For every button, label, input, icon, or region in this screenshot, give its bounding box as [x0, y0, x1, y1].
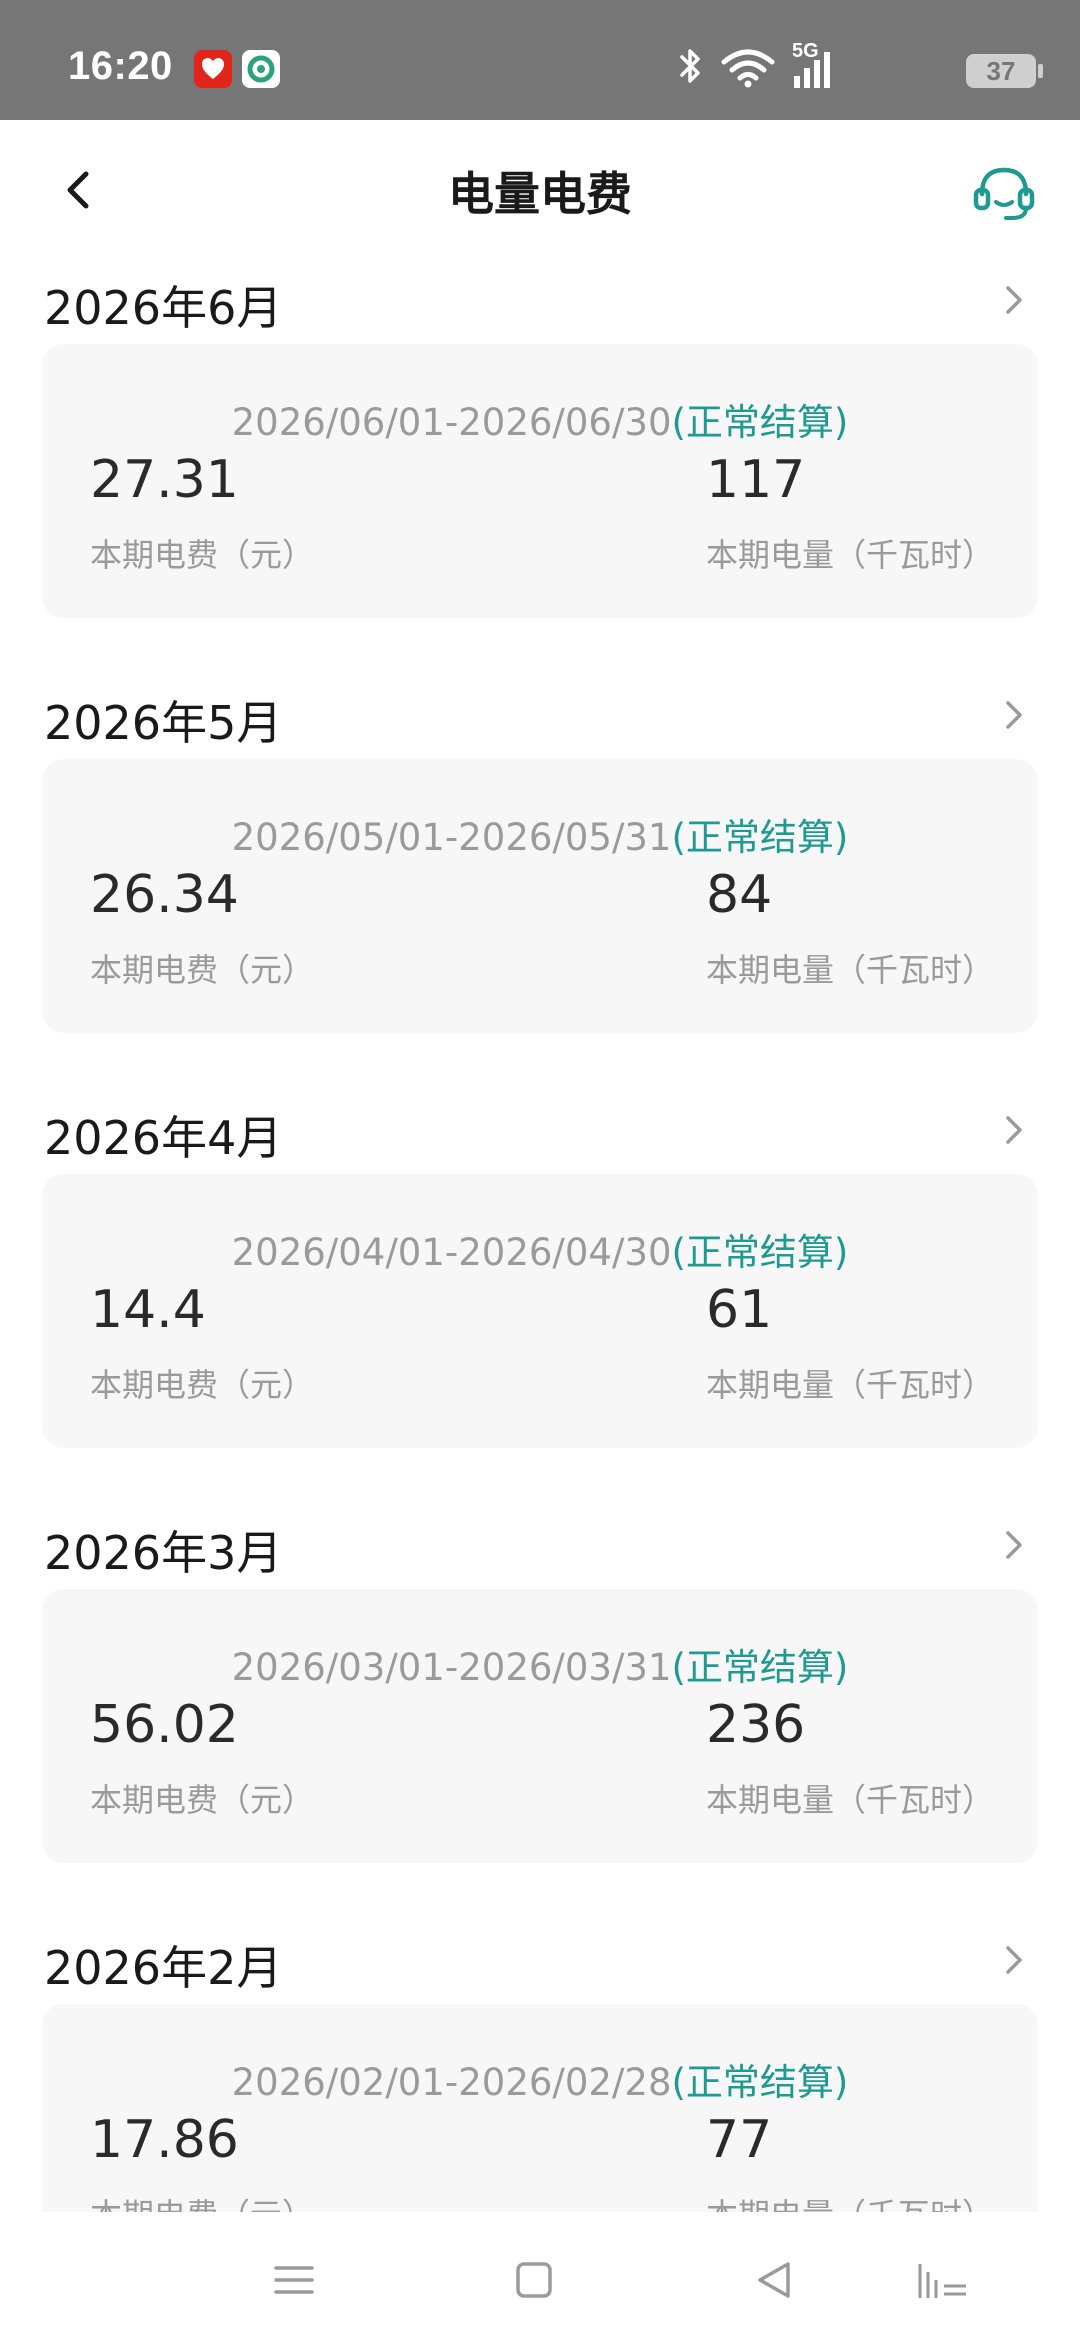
- chevron-right-icon[interactable]: [992, 1108, 1036, 1152]
- headset-icon: [973, 167, 1035, 220]
- usage-value: 236: [706, 1695, 806, 1755]
- status-bar: 16:20 5G 37: [0, 0, 1080, 120]
- home-square-icon[interactable]: [504, 2250, 564, 2310]
- usage-label: 本期电量（千瓦时）: [706, 536, 995, 574]
- pinduoduo-icon: [194, 50, 232, 88]
- fee-value: 56.02: [90, 1695, 239, 1755]
- status-time: 16:20: [68, 44, 173, 88]
- chevron-right-icon[interactable]: [992, 693, 1036, 737]
- usage-value: 61: [706, 1280, 773, 1340]
- settlement-status: (正常结算): [671, 2061, 849, 2104]
- billing-period: 2026/06/01-2026/06/30(正常结算): [231, 401, 849, 444]
- month-title: 2026年2月: [44, 1941, 283, 1995]
- settlement-status: (正常结算): [671, 1231, 849, 1274]
- accessibility-icon[interactable]: [910, 2252, 970, 2312]
- usage-value: 84: [706, 865, 773, 925]
- app-icon: [242, 50, 280, 88]
- bill-card[interactable]: 2026/05/01-2026/05/31(正常结算) 26.34 84 本期电…: [42, 759, 1038, 1033]
- bill-list[interactable]: 2026年6月 2026/06/01-2026/06/30(正常结算) 27.3…: [0, 256, 1080, 2212]
- signal-icon: [794, 52, 830, 88]
- billing-period: 2026/03/01-2026/03/31(正常结算): [231, 1646, 849, 1689]
- fee-label: 本期电费（元）: [90, 2190, 314, 2212]
- fee-value: 27.31: [90, 450, 239, 510]
- wifi-icon: [721, 49, 775, 88]
- month-section[interactable]: 2026年4月 2026/04/01-2026/04/30(正常结算) 14.4…: [0, 1086, 1080, 1501]
- month-section[interactable]: 2026年3月 2026/03/01-2026/03/31(正常结算) 56.0…: [0, 1501, 1080, 1916]
- bill-card[interactable]: 2026/02/01-2026/02/28(正常结算) 17.86 77 本期电…: [42, 2004, 1038, 2212]
- usage-value: 77: [706, 2110, 773, 2170]
- bluetooth-icon: [680, 49, 700, 83]
- billing-period: 2026/02/01-2026/02/28(正常结算): [231, 2061, 849, 2104]
- fee-value: 17.86: [90, 2110, 239, 2170]
- month-section[interactable]: 2026年6月 2026/06/01-2026/06/30(正常结算) 27.3…: [0, 256, 1080, 671]
- month-title: 2026年4月: [44, 1111, 283, 1165]
- settlement-status: (正常结算): [671, 1646, 849, 1689]
- settlement-status: (正常结算): [671, 816, 849, 859]
- system-nav-bar: [0, 2212, 1080, 2344]
- usage-value: 117: [706, 450, 806, 510]
- billing-period: 2026/04/01-2026/04/30(正常结算): [231, 1231, 849, 1274]
- usage-label: 本期电量（千瓦时）: [706, 1366, 995, 1404]
- battery-icon: 37: [966, 54, 1043, 88]
- menu-icon[interactable]: [264, 2250, 324, 2310]
- month-section[interactable]: 2026年2月 2026/02/01-2026/02/28(正常结算) 17.8…: [0, 1916, 1080, 2212]
- fee-label: 本期电费（元）: [90, 951, 315, 989]
- fee-label: 本期电费（元）: [90, 536, 315, 574]
- back-triangle-icon[interactable]: [744, 2250, 804, 2310]
- page-title: 电量电费: [448, 167, 632, 221]
- month-title: 2026年3月: [44, 1526, 283, 1580]
- billing-period: 2026/05/01-2026/05/31(正常结算): [231, 816, 849, 859]
- month-title: 2026年6月: [44, 281, 283, 335]
- usage-label: 本期电量（千瓦时）: [706, 2190, 994, 2212]
- bill-card[interactable]: 2026/04/01-2026/04/30(正常结算) 14.4 61 本期电费…: [42, 1174, 1038, 1448]
- bill-card[interactable]: 2026/06/01-2026/06/30(正常结算) 27.31 117 本期…: [42, 344, 1038, 618]
- usage-label: 本期电量（千瓦时）: [706, 1781, 995, 1819]
- customer-service-button[interactable]: [968, 156, 1040, 228]
- bill-card[interactable]: 2026/03/01-2026/03/31(正常结算) 56.02 236 本期…: [42, 1589, 1038, 1863]
- settlement-status: (正常结算): [671, 401, 849, 444]
- chevron-right-icon[interactable]: [992, 1523, 1036, 1567]
- fee-label: 本期电费（元）: [90, 1781, 315, 1819]
- month-title: 2026年5月: [44, 696, 283, 750]
- fee-value: 26.34: [90, 865, 239, 925]
- fee-value: 14.4: [90, 1280, 206, 1340]
- usage-label: 本期电量（千瓦时）: [706, 951, 995, 989]
- fee-label: 本期电费（元）: [90, 1366, 315, 1404]
- month-section[interactable]: 2026年5月 2026/05/01-2026/05/31(正常结算) 26.3…: [0, 671, 1080, 1086]
- app-header: 电量电费: [0, 120, 1080, 256]
- chevron-right-icon[interactable]: [992, 278, 1036, 322]
- chevron-right-icon[interactable]: [992, 1938, 1036, 1982]
